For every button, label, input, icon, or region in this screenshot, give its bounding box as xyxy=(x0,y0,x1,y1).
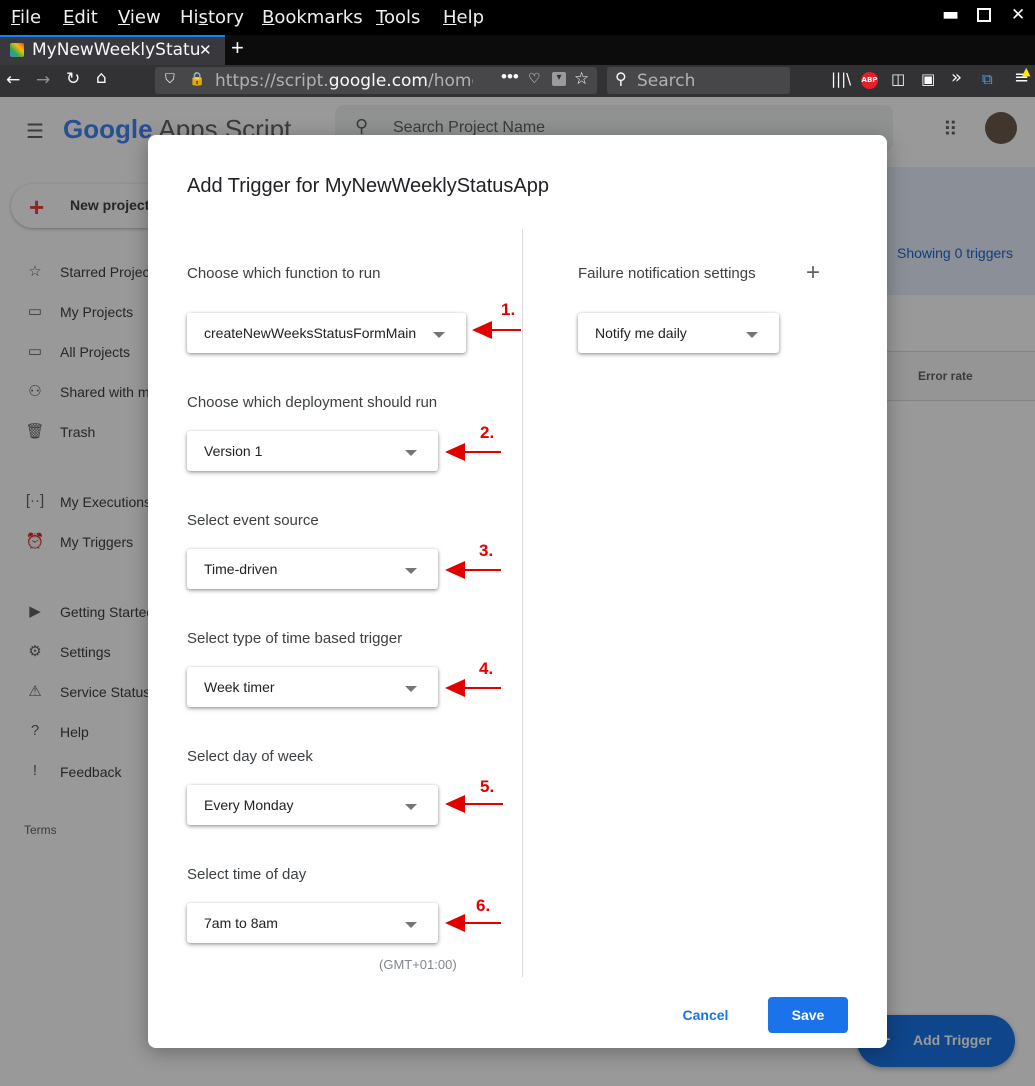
close-tab-icon[interactable]: ✕ xyxy=(199,41,212,59)
annotation-arrow-line xyxy=(462,687,501,689)
extensions-icon[interactable]: ⧉ xyxy=(982,70,993,88)
annotation-arrow-line xyxy=(462,569,501,571)
annotation-arrow-line xyxy=(462,803,503,805)
save-button[interactable]: Save xyxy=(768,997,848,1033)
annotation-number: 5. xyxy=(480,777,495,796)
adblock-icon[interactable]: ABP xyxy=(861,72,878,89)
overflow-icon[interactable]: » xyxy=(951,67,962,88)
annotation-arrow-head xyxy=(445,561,465,579)
add-notification-icon[interactable]: + xyxy=(806,259,820,287)
annotation-arrow-line xyxy=(490,329,521,331)
minimize-icon[interactable]: ▬ xyxy=(942,4,959,25)
day-of-week-select-value: Every Monday xyxy=(204,797,294,813)
library-icon[interactable]: |||\ xyxy=(831,70,851,88)
time-of-day-label: Select time of day xyxy=(187,866,307,883)
forward-icon[interactable]: → xyxy=(36,70,50,90)
chevron-down-icon xyxy=(405,568,417,574)
day-of-week-label: Select day of week xyxy=(187,748,313,765)
maximize-icon[interactable] xyxy=(977,8,991,22)
annotation-arrow-line xyxy=(462,922,501,924)
time-of-day-select-value: 7am to 8am xyxy=(204,915,278,931)
reader-icon[interactable]: ▾ xyxy=(552,72,566,86)
close-window-icon[interactable]: ✕ xyxy=(1011,5,1025,25)
annotation-number: 3. xyxy=(479,541,494,560)
shield-icon: ⛉ xyxy=(165,71,175,86)
chevron-down-icon xyxy=(405,922,417,928)
timezone-note: (GMT+01:00) xyxy=(379,957,457,972)
chevron-down-icon xyxy=(746,332,758,338)
annotation-arrow-head xyxy=(445,914,465,932)
annotation-arrow-line xyxy=(462,451,501,453)
add-trigger-dialog: Add Trigger for MyNewWeeklyStatusApp Cho… xyxy=(148,135,887,1048)
timer-type-label: Select type of time based trigger xyxy=(187,630,403,647)
failure-notification-label: Failure notification settings xyxy=(578,265,756,282)
browser-search-input: Search xyxy=(637,71,696,91)
tab-strip: MyNewWeeklyStatu ✕ + xyxy=(0,35,1035,65)
warning-badge-icon: ▲ xyxy=(1022,65,1031,78)
annotation-arrow-head xyxy=(445,443,465,461)
deployment-select-value: Version 1 xyxy=(204,443,263,459)
function-select[interactable]: createNewWeeksStatusFormMain xyxy=(187,313,466,353)
annotation-arrow-head xyxy=(445,795,465,813)
chevron-down-icon xyxy=(405,804,417,810)
sidebar-icon[interactable]: ◫ xyxy=(891,70,905,88)
lock-icon: 🔒 xyxy=(189,71,206,86)
menu-tools[interactable]: Tools xyxy=(376,7,420,28)
deployment-select[interactable]: Version 1 xyxy=(187,431,438,471)
annotation-arrow-head xyxy=(445,679,465,697)
event-source-select[interactable]: Time-driven xyxy=(187,549,438,589)
failure-notification-select[interactable]: Notify me daily xyxy=(578,313,779,353)
bookmark-star-icon[interactable]: ☆ xyxy=(574,69,589,89)
annotation-number: 4. xyxy=(479,659,494,678)
home-icon[interactable]: ⌂ xyxy=(96,68,107,88)
menu-view[interactable]: View xyxy=(118,7,161,28)
chevron-down-icon xyxy=(405,450,417,456)
menu-bookmarks[interactable]: Bookmarks xyxy=(262,7,363,28)
browser-search-bar[interactable]: ⚲ Search xyxy=(607,67,790,94)
new-tab-icon[interactable]: + xyxy=(231,35,244,61)
chevron-down-icon xyxy=(405,686,417,692)
dialog-title: Add Trigger for MyNewWeeklyStatusApp xyxy=(187,175,550,197)
url-text: https://script.google.com/home xyxy=(215,71,473,91)
annotation-number: 2. xyxy=(480,423,495,442)
failure-notification-value: Notify me daily xyxy=(595,325,687,341)
browser-tab[interactable]: MyNewWeeklyStatu ✕ xyxy=(0,35,225,65)
search-icon: ⚲ xyxy=(615,71,627,88)
menu-edit[interactable]: Edit xyxy=(63,7,98,28)
column-divider xyxy=(522,229,523,977)
page-actions-icon[interactable]: ••• xyxy=(501,67,519,87)
browser-menubar: File Edit View History Bookmarks Tools H… xyxy=(0,0,1035,35)
chevron-down-icon xyxy=(433,332,445,338)
menu-history[interactable]: History xyxy=(180,7,244,28)
time-of-day-select[interactable]: 7am to 8am xyxy=(187,903,438,943)
container-icon[interactable]: ▣ xyxy=(921,70,935,88)
event-source-label: Select event source xyxy=(187,512,319,529)
annotation-number: 6. xyxy=(476,896,491,915)
cancel-button[interactable]: Cancel xyxy=(668,997,743,1033)
timer-type-select-value: Week timer xyxy=(204,679,275,695)
annotation-arrow-head xyxy=(472,321,492,339)
reload-icon[interactable]: ↻ xyxy=(66,69,80,89)
function-label: Choose which function to run xyxy=(187,265,381,282)
menu-help[interactable]: Help xyxy=(443,7,484,28)
deployment-label: Choose which deployment should run xyxy=(187,394,438,411)
function-select-value: createNewWeeksStatusFormMain xyxy=(204,325,417,341)
url-bar[interactable]: ⛉ 🔒 https://script.google.com/home ••• ♡… xyxy=(155,67,597,94)
favicon-icon xyxy=(10,43,24,57)
navigation-toolbar: ← → ↻ ⌂ ⛉ 🔒 https://script.google.com/ho… xyxy=(0,65,1035,97)
day-of-week-select[interactable]: Every Monday xyxy=(187,785,438,825)
menu-file[interactable]: File xyxy=(11,7,41,28)
timer-type-select[interactable]: Week timer xyxy=(187,667,438,707)
event-source-select-value: Time-driven xyxy=(204,561,278,577)
annotation-number: 1. xyxy=(501,300,516,319)
pocket-icon[interactable]: ♡ xyxy=(528,70,541,87)
tab-title: MyNewWeeklyStatu xyxy=(32,40,201,60)
back-icon[interactable]: ← xyxy=(6,70,20,90)
